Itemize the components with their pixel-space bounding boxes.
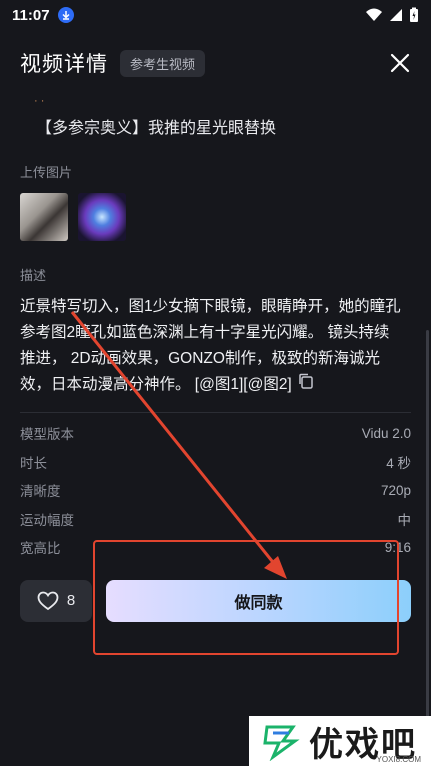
meta-row: 时长 4 秒 (20, 448, 411, 477)
divider (20, 412, 411, 414)
meta-key: 时长 (20, 455, 47, 471)
status-time: 11:07 (12, 6, 50, 24)
page-title: 视频详情 (20, 53, 108, 76)
watermark-url: YOXI8.COM (376, 755, 421, 764)
meta-key: 清晰度 (20, 484, 61, 500)
heart-icon (37, 591, 59, 610)
scrollbar[interactable] (426, 330, 429, 760)
close-button[interactable] (387, 50, 413, 76)
watermark: 优戏吧 YOXI8.COM (249, 716, 431, 766)
copy-icon[interactable] (298, 372, 314, 398)
header: 视频详情 参考生视频 (0, 30, 431, 96)
meta-key: 模型版本 (20, 427, 74, 443)
close-icon (390, 53, 410, 73)
meta-value: 4 秒 (386, 455, 411, 471)
watermark-logo-icon (263, 725, 300, 761)
meta-key: 运动幅度 (20, 512, 74, 528)
annotation-box (93, 540, 399, 655)
meta-value: Vidu 2.0 (361, 425, 411, 441)
meta-key: 宽高比 (20, 541, 61, 557)
signal-icon (390, 9, 402, 21)
like-button[interactable]: 8 (20, 579, 92, 622)
meta-value: 中 (397, 512, 412, 528)
description-label: 描述 (20, 268, 47, 283)
description-text: 近景特写切入，图1少女摘下眼镜，眼睛睁开，她的瞳孔参考图2瞳孔如蓝色深渊上有十字… (20, 294, 411, 398)
uploaded-images (20, 193, 411, 241)
video-title: 【多参宗奥义】我推的星光眼替换 (36, 120, 277, 137)
prompt-fragment: · · (34, 95, 45, 107)
status-bar: 11:07 (0, 0, 431, 30)
type-badge: 参考生视频 (120, 49, 206, 77)
uploaded-image-1[interactable] (20, 193, 68, 241)
meta-row: 清晰度 720p (20, 476, 411, 505)
uploaded-image-2[interactable] (78, 193, 126, 241)
meta-value: 720p (380, 482, 411, 498)
description-body: 近景特写切入，图1少女摘下眼镜，眼睛睁开，她的瞳孔参考图2瞳孔如蓝色深渊上有十字… (20, 298, 401, 394)
meta-row: 运动幅度 中 (20, 505, 411, 534)
battery-icon (410, 7, 418, 22)
download-notification-icon (57, 7, 74, 23)
like-count: 8 (66, 592, 76, 610)
upload-label: 上传图片 (20, 165, 73, 180)
wifi-icon (366, 8, 382, 21)
meta-row: 模型版本 Vidu 2.0 (20, 419, 411, 448)
